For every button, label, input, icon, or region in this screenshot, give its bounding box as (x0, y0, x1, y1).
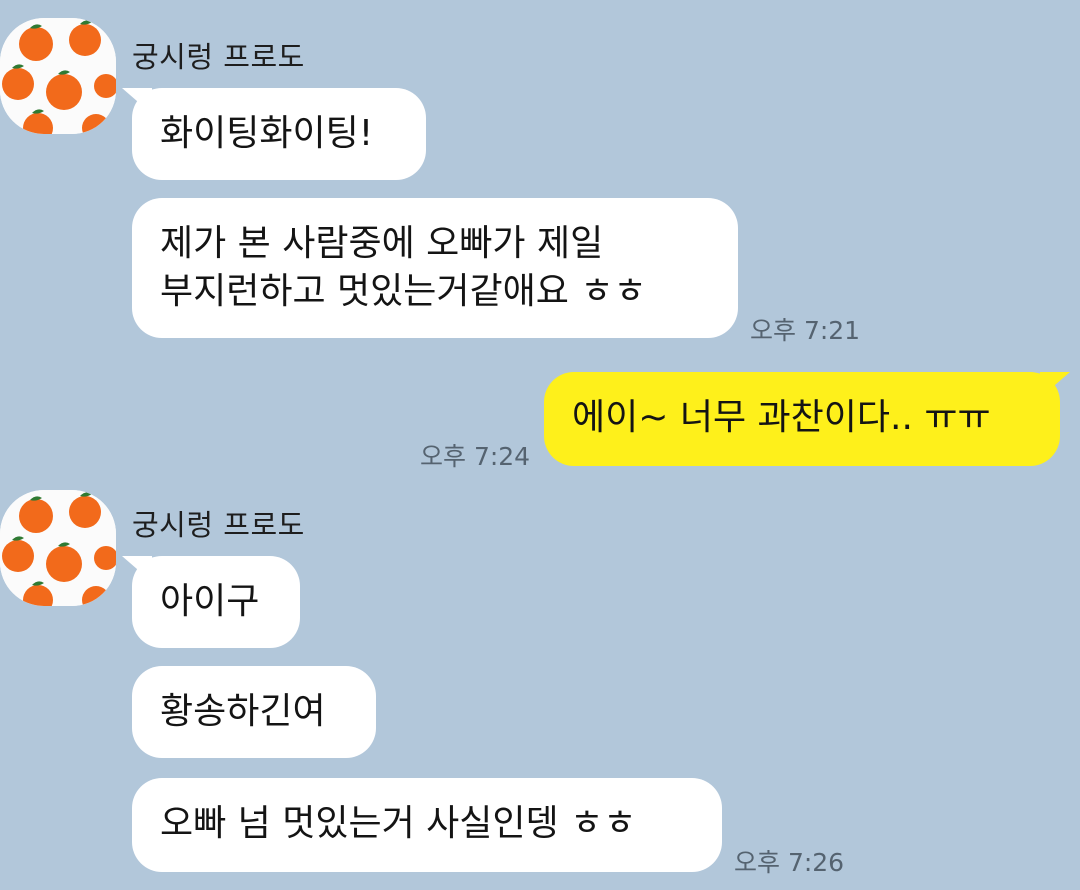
message-bubble[interactable]: 화이팅화이팅! (132, 88, 426, 180)
sender-name: 궁시렁 프로도 (132, 40, 305, 74)
tangerine-avatar-icon (0, 18, 116, 134)
message-text-line: 제가 본 사람중에 오빠가 제일 (160, 223, 604, 264)
message-text: 화이팅화이팅! (160, 113, 374, 154)
tangerine-avatar-icon (0, 490, 116, 606)
message-bubble[interactable]: 황송하긴여 (132, 666, 376, 758)
message-timestamp: 오후 7:24 (420, 442, 531, 471)
message-text: 오빠 넘 멋있는거 사실인뎅 ㅎㅎ (160, 803, 637, 844)
sender-name: 궁시렁 프로도 (132, 508, 305, 542)
sender-avatar[interactable] (0, 490, 116, 606)
message-timestamp: 오후 7:26 (734, 848, 845, 877)
sender-avatar[interactable] (0, 18, 116, 134)
message-text-line: 부지런하고 멋있는거같애요 ㅎㅎ (160, 271, 647, 312)
message-text: 아이구 (160, 581, 260, 622)
message-bubble[interactable]: 아이구 (132, 556, 300, 648)
message-text: 에이~ 너무 과찬이다.. ㅠㅠ (572, 397, 991, 438)
message-bubble[interactable]: 오빠 넘 멋있는거 사실인뎅 ㅎㅎ (132, 778, 722, 872)
message-timestamp: 오후 7:21 (750, 316, 861, 345)
message-bubble[interactable]: 제가 본 사람중에 오빠가 제일 부지런하고 멋있는거같애요 ㅎㅎ (132, 198, 738, 338)
outgoing-message-bubble[interactable]: 에이~ 너무 과찬이다.. ㅠㅠ (544, 372, 1060, 466)
message-text: 황송하긴여 (160, 691, 326, 732)
